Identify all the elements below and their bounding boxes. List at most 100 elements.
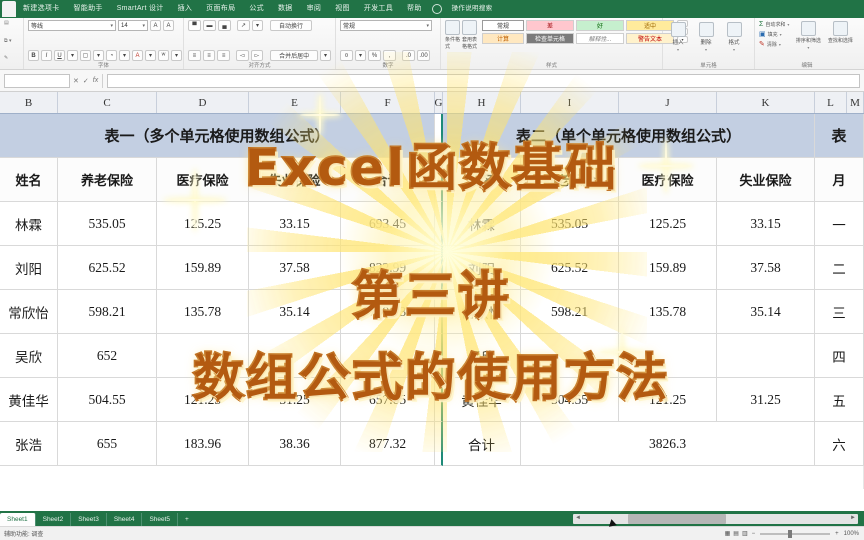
file-menu-button[interactable] xyxy=(2,1,16,17)
sheet-tab-Sheet1[interactable]: Sheet1 xyxy=(0,513,36,526)
insert-caret-icon[interactable]: ▾ xyxy=(677,47,679,52)
ribbon-tab-6[interactable]: 数据 xyxy=(271,0,300,18)
underline-button[interactable]: U xyxy=(54,50,65,61)
t3-r2[interactable]: 三 xyxy=(815,290,864,334)
accounting-format-button[interactable]: ¤ xyxy=(340,50,353,61)
insert-cells-button[interactable]: 插入 ▾ xyxy=(667,22,689,52)
t1-r5-name[interactable]: 张浩 xyxy=(0,422,58,466)
t1-r3-unemployment[interactable] xyxy=(249,334,341,378)
table3-title[interactable]: 表 xyxy=(815,114,864,158)
t1-r0-pension[interactable]: 535.05 xyxy=(58,202,157,246)
column-header-M[interactable]: M xyxy=(847,92,864,113)
sheet-tab-Sheet3[interactable]: Sheet3 xyxy=(71,513,107,526)
t1-r1-name[interactable]: 刘阳 xyxy=(0,246,58,290)
zoom-level[interactable]: 100% xyxy=(839,531,864,537)
t2-r4-name[interactable]: 黄佳华 xyxy=(443,378,521,422)
t2-r5-name[interactable]: 合计 xyxy=(443,422,521,466)
insert-function-icon[interactable]: fx xyxy=(93,77,98,85)
align-top-button[interactable]: ▀ xyxy=(188,20,201,31)
increase-indent-button[interactable]: ▻ xyxy=(250,50,264,61)
t1-r4-total[interactable]: 657.05 xyxy=(341,378,435,422)
t1-r3-medical[interactable] xyxy=(157,334,249,378)
align-middle-button[interactable]: ▬ xyxy=(203,20,216,31)
column-header-E[interactable]: E xyxy=(249,92,341,113)
sheet-tab-Sheet2[interactable]: Sheet2 xyxy=(36,513,72,526)
phonetic-caret-icon[interactable]: ▾ xyxy=(171,50,182,61)
t2-r0-name[interactable]: 林霖 xyxy=(443,202,521,246)
t2-r0-medical[interactable]: 125.25 xyxy=(619,202,717,246)
table1-title[interactable]: 表一（多个单元格使用数组公式） xyxy=(0,114,435,158)
t3-r3[interactable]: 四 xyxy=(815,334,864,378)
ribbon-tab-4[interactable]: 页面布局 xyxy=(199,0,242,18)
column-header-F[interactable]: F xyxy=(341,92,435,113)
column-header-C[interactable]: C xyxy=(58,92,157,113)
t2-r5-total-value[interactable]: 3826.3 xyxy=(521,422,815,466)
delete-cells-button[interactable]: 删除 ▾ xyxy=(695,22,717,52)
sheet-tab-Sheet5[interactable]: Sheet5 xyxy=(142,513,179,526)
sort-filter-caret-icon[interactable]: ▾ xyxy=(807,45,809,50)
align-right-button[interactable]: ≡ xyxy=(217,50,230,61)
decrease-indent-button[interactable]: ◅ xyxy=(235,50,249,61)
t3-head-month[interactable]: 月 xyxy=(815,158,864,202)
fill-caret-icon[interactable]: ▾ xyxy=(780,32,782,37)
grow-font-button[interactable]: A xyxy=(150,20,161,31)
ribbon-tab-3[interactable]: 插入 xyxy=(171,0,200,18)
t2-r1-name[interactable]: 刘阳 xyxy=(443,246,521,290)
t1-r3-name[interactable]: 吴欣 xyxy=(0,334,58,378)
t1-r5-total[interactable]: 877.32 xyxy=(341,422,435,466)
orientation-button[interactable]: ↗ xyxy=(237,20,250,31)
table-format-button[interactable]: 套用表格格式 xyxy=(462,20,477,50)
scroll-left-icon[interactable]: ◄ xyxy=(575,515,581,521)
copy-button[interactable]: ⧉ ▾ xyxy=(4,38,19,44)
t1-r5-pension[interactable]: 655 xyxy=(58,422,157,466)
style-calculation[interactable]: 计算 xyxy=(482,33,524,44)
bold-button[interactable]: B xyxy=(28,50,39,61)
ribbon-tab-9[interactable]: 开发工具 xyxy=(357,0,400,18)
sort-filter-button[interactable]: 排序和筛选 ▾ xyxy=(793,21,823,50)
style-explanatory[interactable]: 解释性... xyxy=(576,33,624,44)
fill-color-button[interactable]: ◔ xyxy=(106,50,117,61)
find-select-button[interactable]: 查找和选择 xyxy=(827,21,853,44)
wrap-text-button[interactable]: 自动换行 xyxy=(270,20,312,31)
phonetic-button[interactable]: ᵂ xyxy=(158,50,169,61)
t1-head-total[interactable]: 合计 xyxy=(341,158,435,202)
t1-r1-pension[interactable]: 625.52 xyxy=(58,246,157,290)
t2-r2-name[interactable]: 常欣怡 xyxy=(443,290,521,334)
t1-r5-medical[interactable]: 183.96 xyxy=(157,422,249,466)
view-normal-icon[interactable]: ▦ xyxy=(725,530,731,537)
fill-button[interactable]: ▣ 填充 ▾ xyxy=(759,30,789,38)
ribbon-tab-8[interactable]: 视图 xyxy=(328,0,357,18)
zoom-slider[interactable] xyxy=(760,529,831,538)
autosum-caret-icon[interactable]: ▾ xyxy=(787,22,789,27)
column-header-I[interactable]: I xyxy=(521,92,619,113)
t2-r1-pension[interactable]: 625.52 xyxy=(521,246,619,290)
delete-caret-icon[interactable]: ▾ xyxy=(705,47,707,52)
t1-r1-unemployment[interactable]: 37.58 xyxy=(249,246,341,290)
paste-button[interactable]: ▤ xyxy=(4,20,19,26)
t1-r4-pension[interactable]: 504.55 xyxy=(58,378,157,422)
t3-r1[interactable]: 二 xyxy=(815,246,864,290)
ribbon-tab-0[interactable]: 新建选项卡 xyxy=(16,0,67,18)
increase-decimal-button[interactable]: .0 xyxy=(402,50,415,61)
t1-head-name[interactable]: 姓名 xyxy=(0,158,58,202)
zoom-slider-knob[interactable] xyxy=(788,529,793,538)
t3-r0[interactable]: 一 xyxy=(815,202,864,246)
tell-me-search[interactable]: 操作说明搜索 xyxy=(445,0,500,18)
ribbon-tab-1[interactable]: 智能助手 xyxy=(67,0,110,18)
t1-r2-pension[interactable]: 598.21 xyxy=(58,290,157,334)
t2-head-medical[interactable]: 医疗保险 xyxy=(619,158,717,202)
shrink-font-button[interactable]: A xyxy=(163,20,174,31)
font-size-combo[interactable]: 14 ▾ xyxy=(118,20,148,31)
t2-head-pension[interactable]: 养老保险 xyxy=(521,158,619,202)
t1-r2-unemployment[interactable]: 35.14 xyxy=(249,290,341,334)
ribbon-tab-5[interactable]: 公式 xyxy=(242,0,271,18)
ribbon-tab-10[interactable]: 帮助 xyxy=(400,0,429,18)
confirm-formula-icon[interactable]: ✓ xyxy=(83,77,89,85)
t1-head-pension[interactable]: 养老保险 xyxy=(58,158,157,202)
borders-button[interactable]: ▢ xyxy=(80,50,91,61)
font-color-button[interactable]: A xyxy=(132,50,143,61)
t2-r3-unemployment[interactable] xyxy=(717,334,815,378)
clear-caret-icon[interactable]: ▾ xyxy=(779,42,781,47)
t1-r0-total[interactable]: 693.45 xyxy=(341,202,435,246)
t1-r2-medical[interactable]: 135.78 xyxy=(157,290,249,334)
